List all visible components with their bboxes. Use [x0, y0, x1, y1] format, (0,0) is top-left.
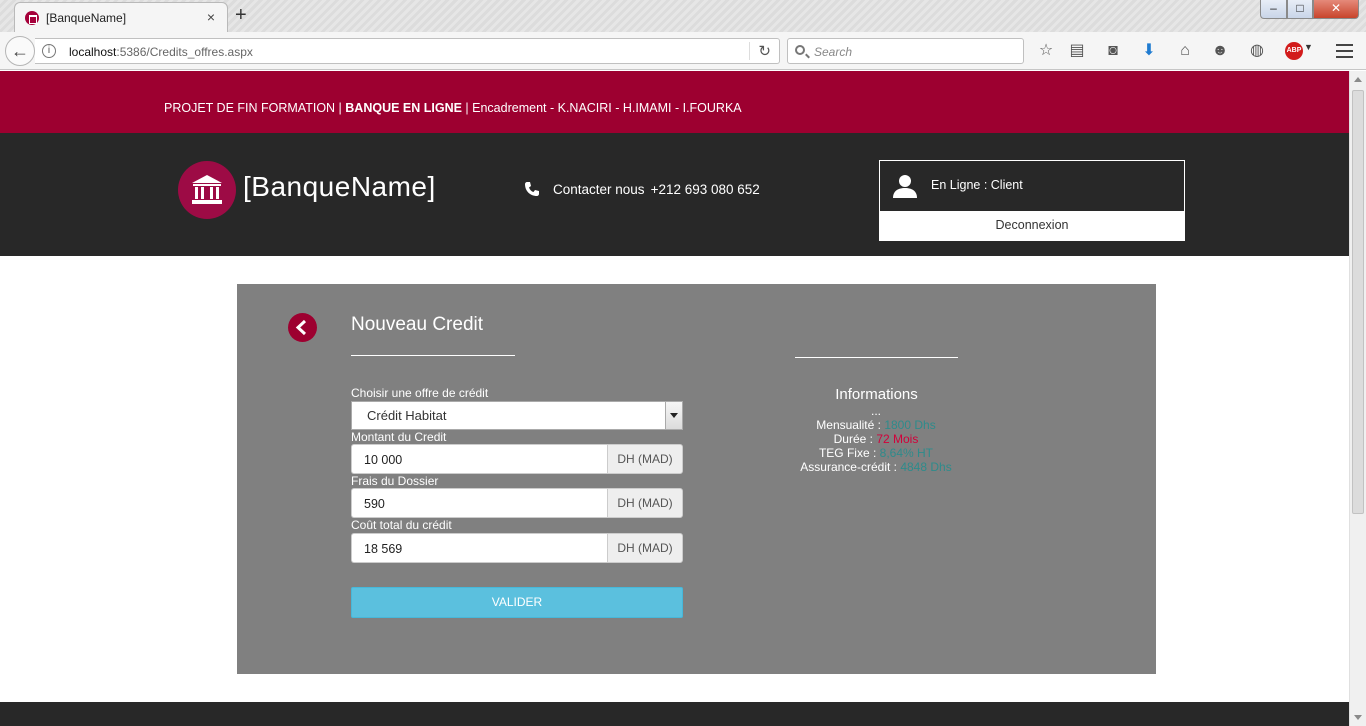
top-strip: PROJET DE FIN FORMATION | BANQUE EN LIGN…	[0, 71, 1349, 133]
site-header: [BanqueName] Contacter nous +212 693 080 …	[0, 133, 1349, 256]
page-scrollbar[interactable]	[1349, 71, 1366, 726]
contact-label: Contacter nous	[553, 182, 645, 197]
page-title: Nouveau Credit	[351, 314, 484, 335]
back-arrow-icon[interactable]: ←	[5, 36, 35, 66]
contact-phone: +212 693 080 652	[650, 182, 760, 197]
currency-addon: DH (MAD)	[607, 533, 683, 563]
user-panel: En Ligne : Client Deconnexion	[879, 160, 1185, 241]
phone-icon	[525, 182, 539, 196]
chevron-down-icon[interactable]	[665, 402, 682, 429]
url-text[interactable]: localhost:5386/Credits_offres.aspx	[69, 45, 253, 59]
fees-input[interactable]: 590	[351, 488, 608, 518]
amount-input[interactable]: 10 000	[351, 444, 608, 474]
window-close-button[interactable]: ✕	[1313, 0, 1359, 19]
currency-addon: DH (MAD)	[607, 488, 683, 518]
search-bar[interactable]: Search	[787, 38, 1024, 64]
offer-select[interactable]: Crédit Habitat	[351, 401, 683, 430]
logout-button[interactable]: Deconnexion	[880, 211, 1184, 240]
fees-label: Frais du Dossier	[351, 474, 439, 488]
tab-close-icon[interactable]: ×	[207, 9, 215, 25]
window-maximize-button[interactable]: □	[1287, 0, 1313, 19]
brand-name[interactable]: [BanqueName]	[243, 171, 436, 203]
url-bar[interactable]: i localhost:5386/Credits_offres.aspx ↻	[35, 38, 780, 64]
chevron-left-icon	[295, 319, 307, 336]
total-input[interactable]: 18 569	[351, 533, 608, 563]
browser-toolbar: ← i localhost:5386/Credits_offres.aspx ↻…	[0, 32, 1366, 70]
fees-group: 590 DH (MAD)	[351, 488, 683, 518]
browser-tab[interactable]: [BanqueName] ×	[14, 2, 228, 32]
star-icon[interactable]: ☆	[1036, 41, 1056, 61]
new-tab-button[interactable]: +	[235, 4, 247, 26]
contact-info: Contacter nous +212 693 080 652	[553, 182, 760, 197]
scroll-down-icon[interactable]	[1354, 715, 1362, 720]
adblock-icon[interactable]: ABP	[1285, 42, 1303, 60]
info-teg: TEG Fixe : 8,64% HT	[818, 446, 934, 460]
divider	[795, 357, 958, 358]
download-icon[interactable]: ⬇	[1139, 41, 1159, 61]
user-icon	[893, 175, 917, 198]
total-group: 18 569 DH (MAD)	[351, 533, 683, 563]
logo[interactable]	[178, 161, 236, 219]
info-ellipsis: ...	[870, 404, 881, 418]
amount-group: 10 000 DH (MAD)	[351, 444, 683, 474]
search-placeholder: Search	[814, 45, 853, 59]
info-icon[interactable]: i	[42, 44, 56, 58]
chat-icon[interactable]: ☻	[1210, 41, 1230, 61]
bank-icon	[192, 175, 222, 204]
menu-icon[interactable]	[1336, 44, 1353, 58]
offer-label: Choisir une offre de crédit	[351, 386, 489, 400]
search-icon	[795, 45, 805, 55]
online-status: En Ligne : Client	[931, 178, 1023, 192]
scroll-thumb[interactable]	[1352, 90, 1364, 514]
info-duree: Durée : 72 Mois	[833, 432, 919, 446]
offer-selected-value: Crédit Habitat	[367, 408, 447, 423]
window-minimize-button[interactable]: –	[1260, 0, 1287, 19]
info-title: Informations	[835, 386, 918, 403]
reading-list-icon[interactable]: ▤	[1067, 41, 1087, 61]
info-mensualite: Mensualité : 1800 Dhs	[816, 418, 936, 432]
credit-panel: Nouveau Credit Choisir une offre de créd…	[237, 284, 1156, 674]
currency-addon: DH (MAD)	[607, 444, 683, 474]
home-icon[interactable]: ⌂	[1175, 41, 1195, 61]
pocket-icon[interactable]: ◙	[1103, 41, 1123, 61]
site-footer	[0, 702, 1349, 726]
reload-icon[interactable]: ↻	[749, 42, 771, 60]
globe-icon[interactable]: ◍	[1247, 41, 1267, 61]
bank-favicon-icon	[25, 11, 39, 25]
browser-tab-bar: [BanqueName] × + – □ ✕	[0, 0, 1366, 32]
chevron-down-icon[interactable]: ▼	[1304, 42, 1313, 52]
scroll-up-icon[interactable]	[1354, 77, 1362, 82]
info-assurance: Assurance-crédit : 4848 Dhs	[800, 460, 952, 474]
divider	[351, 355, 515, 356]
back-button[interactable]	[288, 313, 317, 342]
amount-label: Montant du Credit	[351, 430, 447, 444]
validate-button[interactable]: VALIDER	[351, 587, 683, 618]
project-banner: PROJET DE FIN FORMATION | BANQUE EN LIGN…	[164, 101, 742, 115]
tab-title: [BanqueName]	[46, 11, 127, 25]
total-label: Coût total du crédit	[351, 518, 452, 532]
